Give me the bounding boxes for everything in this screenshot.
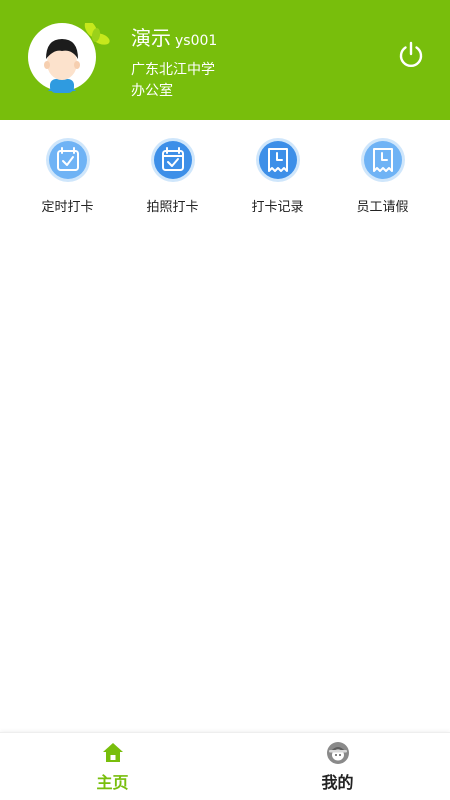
clock-in-records-button[interactable]: 打卡记录 (225, 137, 330, 227)
profile-header: 演示 ys001 广东北江中学 办公室 (0, 0, 450, 120)
user-school: 广东北江中学 (131, 62, 215, 78)
timed-clock-in-button[interactable]: 定时打卡 (15, 137, 120, 227)
avatar-icon (44, 23, 110, 93)
timed-clock-in-label: 定时打卡 (41, 200, 94, 215)
logout-button[interactable] (396, 40, 426, 70)
calendar-check-icon (150, 137, 196, 183)
photo-clock-in-button[interactable]: 拍照打卡 (120, 137, 225, 227)
app-screen: 演示 ys001 广东北江中学 办公室 定时打卡 拍照打卡 打卡记录 员工请假 … (0, 0, 450, 800)
nav-home-label: 主页 (96, 773, 129, 792)
helmet-avatar-icon (326, 742, 349, 764)
user-name-row: 演示 ys001 (131, 22, 217, 51)
photo-clock-in-label: 拍照打卡 (146, 200, 199, 215)
clock-receipt-icon (255, 137, 301, 183)
home-icon (102, 743, 123, 762)
staff-leave-label: 员工请假 (356, 200, 409, 215)
user-name: 演示 (131, 26, 171, 50)
clock-in-records-label: 打卡记录 (251, 200, 304, 215)
power-icon (399, 41, 423, 68)
clock-receipt-icon (360, 137, 406, 183)
user-department: 办公室 (131, 83, 173, 99)
nav-mine-label: 我的 (321, 773, 354, 792)
nav-mine[interactable]: 我的 (225, 733, 450, 800)
user-id: ys001 (175, 33, 218, 49)
calendar-check-icon (45, 137, 91, 183)
nav-home[interactable]: 主页 (0, 733, 225, 800)
staff-leave-button[interactable]: 员工请假 (330, 137, 435, 227)
quick-actions: 定时打卡 拍照打卡 打卡记录 员工请假 (0, 137, 450, 227)
bottom-nav: 主页 我的 (0, 732, 450, 800)
avatar[interactable] (28, 23, 110, 93)
